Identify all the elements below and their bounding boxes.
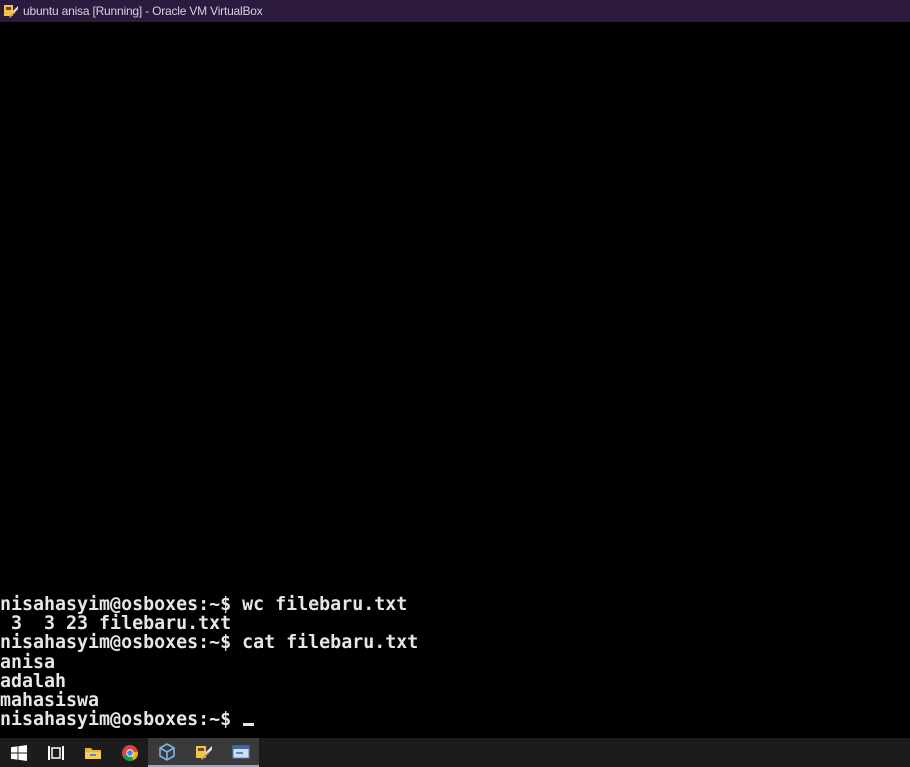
console-prompt: nisahasyim@osboxes:~$ — [0, 709, 243, 731]
virtualbox-vm-icon — [195, 743, 213, 761]
console-line: 3 3 23 filebaru.txt — [0, 613, 232, 635]
console-line: adalah — [0, 670, 67, 692]
file-explorer-button[interactable] — [74, 738, 111, 767]
console-line: mahasiswa — [0, 689, 100, 711]
taskbar — [0, 738, 910, 767]
virtualbox-manager-icon — [158, 742, 176, 761]
text-cursor — [243, 723, 255, 727]
console-line: nisahasyim@osboxes:~$ wc filebaru.txt — [0, 594, 408, 615]
console-prompt-line[interactable]: nisahasyim@osboxes:~$ — [0, 710, 418, 729]
chrome-icon — [121, 744, 139, 762]
terminal-console[interactable]: nisahasyim@osboxes:~$ wc filebaru.txt 3 … — [0, 22, 910, 738]
console-line: anisa — [0, 651, 56, 673]
console-line: nisahasyim@osboxes:~$ cat filebaru.txt — [0, 632, 419, 654]
console-output: nisahasyim@osboxes:~$ wc filebaru.txt 3 … — [0, 595, 418, 729]
start-button[interactable] — [0, 738, 37, 767]
task-view-button[interactable] — [37, 738, 74, 767]
virtualbox-vm-button[interactable] — [185, 738, 222, 767]
virtualbox-vm-icon — [3, 3, 19, 19]
window-title: ubuntu anisa [Running] - Oracle VM Virtu… — [23, 4, 263, 18]
windows-start-icon — [10, 744, 27, 761]
window-titlebar[interactable]: ubuntu anisa [Running] - Oracle VM Virtu… — [0, 0, 910, 22]
remote-display-button[interactable] — [222, 738, 259, 767]
remote-display-icon — [232, 744, 250, 760]
file-explorer-icon — [84, 745, 102, 761]
virtualbox-manager-button[interactable] — [148, 738, 185, 767]
chrome-button[interactable] — [111, 738, 148, 767]
task-view-icon — [47, 745, 65, 761]
